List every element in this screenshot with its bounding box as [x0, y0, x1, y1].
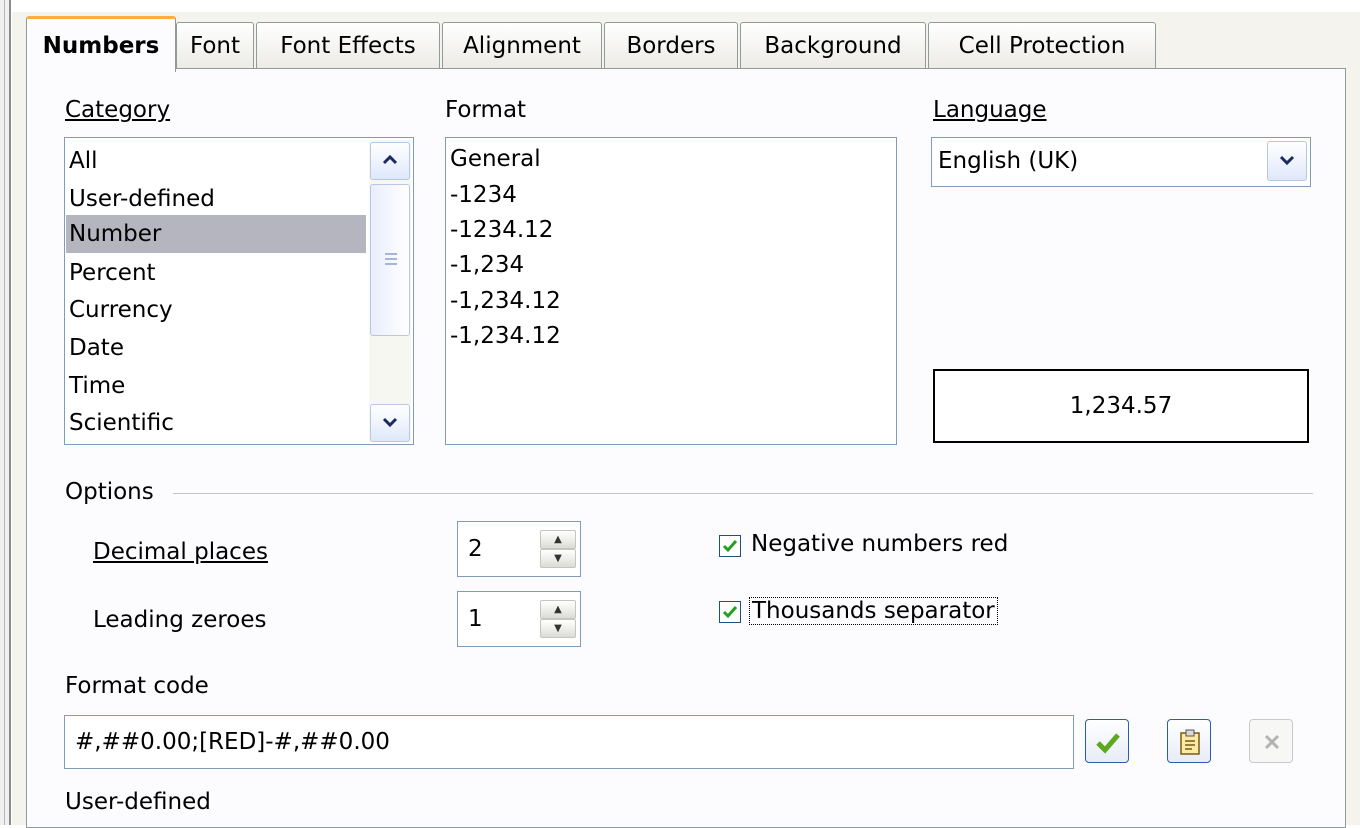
tab-numbers[interactable]: Numbers [26, 16, 176, 72]
tab-borders[interactable]: Borders [604, 22, 738, 68]
delete-x-icon [1264, 734, 1280, 750]
list-item[interactable]: General [450, 140, 541, 178]
scroll-down-button[interactable] [370, 404, 410, 442]
add-format-button[interactable] [1085, 719, 1129, 763]
scroll-thumb[interactable] [370, 184, 410, 336]
checkmark-icon [1096, 733, 1120, 754]
chevron-down-icon [382, 417, 398, 428]
checkmark-icon [722, 606, 738, 619]
negative-red-checkbox[interactable] [719, 535, 741, 557]
list-item[interactable]: -1234 [450, 176, 517, 214]
category-listbox[interactable]: All User-defined Number Percent Currency… [64, 137, 414, 445]
format-code-label: Format code [65, 673, 209, 699]
leading-zeroes-value: 1 [468, 606, 483, 632]
delete-format-button[interactable] [1249, 719, 1293, 763]
thousands-separator-label[interactable]: Thousands separator [749, 597, 998, 625]
format-description: User-defined [65, 789, 211, 815]
list-item[interactable]: -1,234.12 [450, 282, 561, 320]
tab-font-effects[interactable]: Font Effects [256, 22, 440, 68]
list-item[interactable]: Date [69, 329, 124, 367]
list-item[interactable]: User-defined [69, 180, 215, 218]
chevron-down-icon [1279, 155, 1295, 166]
thousands-separator-checkbox[interactable] [719, 601, 741, 623]
window-edge [0, 0, 11, 825]
checkmark-icon [722, 540, 738, 553]
decimal-places-value: 2 [468, 536, 483, 562]
decimal-places-label: Decimal places [93, 539, 268, 565]
options-label: Options [65, 479, 154, 505]
tab-font[interactable]: Font [176, 22, 254, 68]
category-scrollbar[interactable] [369, 140, 411, 442]
list-item[interactable]: Percent [69, 254, 156, 292]
format-listbox[interactable]: General -1234 -1234.12 -1,234 -1,234.12 … [445, 137, 897, 445]
list-item[interactable]: All [69, 142, 98, 180]
language-value: English (UK) [938, 148, 1079, 174]
spin-down-button[interactable]: ▼ [540, 619, 576, 638]
spin-up-button[interactable]: ▲ [540, 530, 576, 549]
list-item[interactable]: -1234.12 [450, 211, 553, 249]
list-item[interactable]: -1,234 [450, 246, 524, 284]
decimal-places-spinner[interactable]: 2 ▲ ▼ [457, 521, 581, 577]
edit-comment-button[interactable] [1167, 719, 1211, 763]
spin-down-button[interactable]: ▼ [540, 549, 576, 568]
tab-alignment[interactable]: Alignment [442, 22, 602, 68]
tab-cell-protection[interactable]: Cell Protection [928, 22, 1156, 68]
tab-background[interactable]: Background [740, 22, 926, 68]
language-label: Language [933, 97, 1047, 123]
scroll-up-button[interactable] [370, 142, 410, 180]
numbers-panel: Category All User-defined Number Percent… [26, 68, 1346, 828]
negative-red-label[interactable]: Negative numbers red [751, 531, 1008, 557]
options-separator [173, 493, 1313, 494]
clipboard-icon [1180, 729, 1200, 755]
list-item[interactable]: -1,234.12 [450, 317, 561, 355]
format-label: Format [445, 97, 527, 123]
leading-zeroes-label: Leading zeroes [93, 607, 267, 633]
list-item[interactable]: Scientific [69, 404, 174, 442]
spin-up-button[interactable]: ▲ [540, 600, 576, 619]
list-item[interactable]: Time [69, 367, 125, 405]
format-preview: 1,234.57 [933, 369, 1309, 443]
language-dropdown-button[interactable] [1267, 141, 1307, 181]
chevron-up-icon [382, 154, 398, 165]
list-item-selected[interactable]: Number [66, 215, 366, 253]
category-label: Category [65, 97, 171, 123]
leading-zeroes-spinner[interactable]: 1 ▲ ▼ [457, 591, 581, 647]
language-select[interactable]: English (UK) [931, 137, 1311, 187]
list-item[interactable]: Currency [69, 291, 173, 329]
format-code-input[interactable]: #,##0.00;[RED]-#,##0.00 [64, 715, 1074, 769]
format-cells-dialog: Numbers Font Font Effects Alignment Bord… [12, 0, 1360, 828]
